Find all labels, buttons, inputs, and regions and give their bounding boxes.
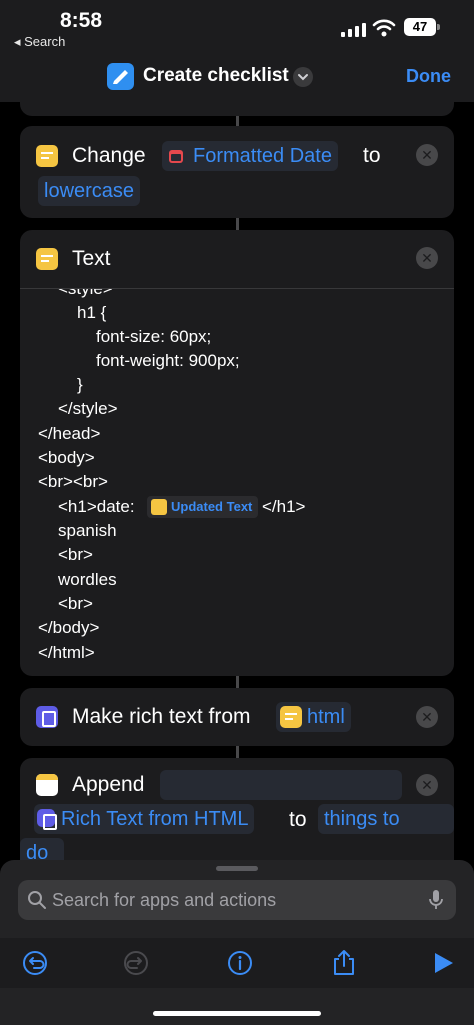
editor-toolbar bbox=[0, 938, 474, 988]
wifi-icon bbox=[372, 19, 396, 37]
home-indicator bbox=[153, 1011, 321, 1016]
cellular-signal-icon bbox=[341, 23, 366, 37]
rich-text-variable-label: Rich Text from HTML bbox=[61, 808, 249, 830]
share-icon[interactable] bbox=[329, 948, 359, 978]
calendar-icon bbox=[169, 150, 183, 163]
make-rich-text-action[interactable]: Make rich text from html ✕ bbox=[20, 688, 454, 746]
redo-icon[interactable] bbox=[121, 948, 151, 978]
connector-line bbox=[236, 676, 239, 688]
page-title[interactable]: Create checklist bbox=[143, 65, 289, 87]
code-line: h1 { bbox=[77, 303, 107, 322]
code-line: } bbox=[77, 375, 83, 394]
formatted-date-variable[interactable]: Formatted Date bbox=[162, 141, 338, 171]
chevron-glyph bbox=[298, 74, 308, 81]
connector-line bbox=[236, 746, 239, 758]
code-line: </h1> bbox=[262, 497, 306, 516]
battery-tip bbox=[437, 24, 440, 30]
previous-action-card[interactable] bbox=[20, 102, 454, 116]
action-verb: Change bbox=[72, 144, 146, 167]
to-connector: to bbox=[289, 808, 307, 831]
done-button[interactable]: Done bbox=[406, 66, 451, 87]
search-bar[interactable] bbox=[18, 880, 456, 920]
text-icon bbox=[151, 499, 167, 515]
microphone-icon[interactable] bbox=[428, 889, 444, 911]
code-line: spanish bbox=[58, 521, 117, 540]
chevron-down-icon[interactable] bbox=[293, 67, 313, 87]
code-line: </style> bbox=[58, 399, 118, 418]
pencil-glyph bbox=[113, 70, 128, 84]
code-line: </html> bbox=[38, 643, 95, 662]
battery-icon: 47 bbox=[404, 18, 436, 36]
action-verb: Make rich text from bbox=[72, 705, 251, 728]
rich-text-variable[interactable]: Rich Text from HTML bbox=[34, 804, 255, 834]
code-line: <style> bbox=[58, 288, 113, 298]
formatted-date-label: Formatted Date bbox=[193, 145, 332, 167]
html-variable[interactable]: html bbox=[276, 702, 351, 732]
search-input[interactable] bbox=[52, 890, 402, 911]
action-search-sheet bbox=[0, 860, 474, 1025]
change-case-action[interactable]: Change Formatted Date to lowercase ✕ bbox=[20, 126, 454, 218]
close-icon[interactable]: ✕ bbox=[416, 706, 438, 728]
code-line: wordles bbox=[58, 570, 117, 589]
connector-line bbox=[236, 116, 239, 126]
code-line: </head> bbox=[38, 424, 101, 443]
text-icon bbox=[280, 706, 302, 728]
nav-bar: Create checklist Done bbox=[0, 56, 474, 102]
rich-text-icon bbox=[36, 706, 58, 728]
play-icon[interactable] bbox=[428, 948, 458, 978]
text-action[interactable]: Text ✕ <style> h1 { font-size: 60px; fon… bbox=[20, 230, 454, 676]
close-icon[interactable]: ✕ bbox=[416, 774, 438, 796]
text-editor[interactable]: <style> h1 { font-size: 60px; font-weigh… bbox=[20, 288, 454, 676]
list-target-continued[interactable]: do bbox=[20, 838, 64, 862]
list-target[interactable]: things to bbox=[318, 804, 454, 834]
case-option-lowercase[interactable]: lowercase bbox=[38, 176, 141, 206]
append-action[interactable]: Append ✕ Rich Text from HTML to things t… bbox=[20, 758, 454, 862]
notes-icon bbox=[36, 774, 58, 796]
code-line: <br> bbox=[58, 594, 93, 613]
actions-canvas[interactable]: Change Formatted Date to lowercase ✕ Tex… bbox=[0, 102, 474, 862]
text-action-title: Text bbox=[72, 247, 111, 270]
status-time: 8:58 bbox=[60, 9, 103, 32]
code-line: <br><br> bbox=[38, 472, 108, 491]
close-icon[interactable]: ✕ bbox=[416, 144, 438, 166]
status-bar: 8:58 ◂ Search 47 bbox=[0, 0, 474, 56]
code-line: <body> bbox=[38, 448, 95, 467]
shortcut-app-icon[interactable] bbox=[107, 63, 134, 90]
close-icon[interactable]: ✕ bbox=[416, 247, 438, 269]
action-verb: Append bbox=[72, 773, 145, 796]
code-line: <br> bbox=[58, 545, 93, 564]
updated-text-variable[interactable]: Updated Text bbox=[147, 496, 259, 518]
rich-text-icon bbox=[37, 809, 57, 830]
undo-icon[interactable] bbox=[20, 948, 50, 978]
text-icon bbox=[36, 145, 58, 167]
code-line: font-weight: 900px; bbox=[96, 351, 240, 370]
code-line: font-size: 60px; bbox=[96, 327, 212, 346]
info-icon[interactable] bbox=[225, 948, 255, 978]
append-empty-field[interactable] bbox=[160, 770, 402, 800]
code-line: </body> bbox=[38, 618, 100, 637]
text-icon bbox=[36, 248, 58, 270]
connector-line bbox=[236, 218, 239, 230]
sheet-grabber[interactable] bbox=[216, 866, 258, 871]
to-connector: to bbox=[363, 144, 381, 167]
back-to-search-link[interactable]: ◂ Search bbox=[14, 34, 65, 50]
code-line: <h1>date: bbox=[58, 497, 135, 516]
search-icon bbox=[28, 891, 46, 909]
html-variable-label: html bbox=[307, 706, 345, 728]
updated-text-label: Updated Text bbox=[171, 499, 253, 514]
